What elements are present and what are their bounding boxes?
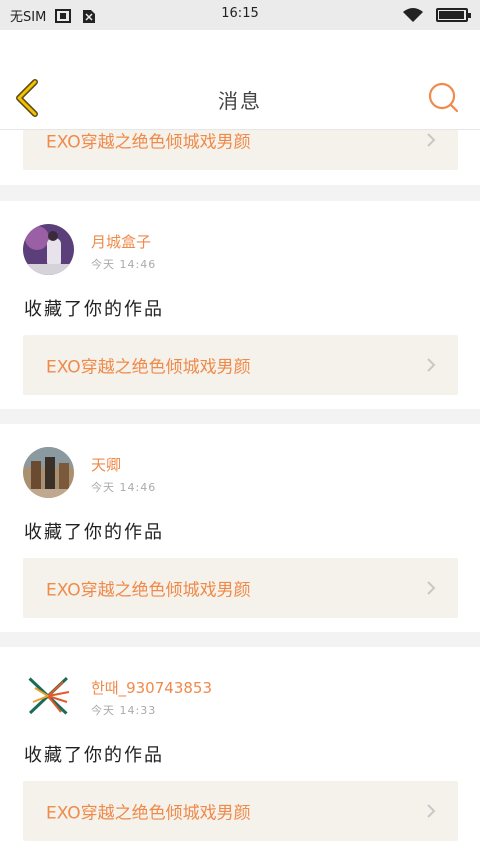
- message-time: 今天 14:33: [91, 704, 157, 717]
- chevron-right-icon: [427, 358, 436, 372]
- work-title: EXO穿越之绝色倾城戏男颜: [46, 803, 251, 824]
- battery-level: [439, 11, 465, 19]
- work-title: EXO穿越之绝色倾城戏男颜: [46, 357, 251, 378]
- avatar[interactable]: [23, 447, 74, 498]
- user-name[interactable]: 한때_930743853: [91, 677, 212, 698]
- message-text: 收藏了你的作品: [24, 745, 164, 766]
- user-name[interactable]: 天卿: [91, 454, 121, 475]
- message-text: 收藏了你的作品: [24, 299, 164, 320]
- avatar[interactable]: [23, 670, 74, 721]
- work-link[interactable]: EXO穿越之绝色倾城戏男颜: [23, 781, 458, 841]
- message-time: 今天 14:46: [91, 258, 157, 271]
- message-card: 月城盒子 今天 14:46 收藏了你的作品 EXO穿越之绝色倾城戏男颜: [0, 201, 480, 409]
- battery-icon: [436, 8, 471, 22]
- chevron-right-icon: [427, 804, 436, 818]
- work-link[interactable]: EXO穿越之绝色倾城戏男颜: [23, 335, 458, 395]
- header: 消息: [0, 30, 480, 130]
- message-card: 한때_930743853 今天 14:33 收藏了你的作品 EXO穿越之绝色倾城…: [0, 647, 480, 854]
- user-name[interactable]: 月城盒子: [91, 231, 151, 252]
- page-title: 消息: [218, 89, 262, 113]
- message-card: 天卿 今天 14:46 收藏了你的作品 EXO穿越之绝色倾城戏男颜: [0, 424, 480, 632]
- status-bar: 无SIM 16:15: [0, 0, 480, 30]
- wifi-icon: [403, 8, 423, 22]
- message-time: 今天 14:46: [91, 481, 157, 494]
- work-title: EXO穿越之绝色倾城戏男颜: [46, 580, 251, 601]
- work-title: EXO穿越之绝色倾城戏男颜: [46, 132, 251, 153]
- search-button[interactable]: [426, 80, 460, 114]
- status-right: [402, 7, 471, 23]
- avatar[interactable]: [23, 224, 74, 275]
- search-icon: [428, 82, 459, 113]
- chevron-right-icon: [427, 133, 436, 147]
- message-text: 收藏了你的作品: [24, 522, 164, 543]
- work-link[interactable]: EXO穿越之绝色倾城戏男颜: [23, 558, 458, 618]
- partial-message-card: EXO穿越之绝色倾城戏男颜: [0, 110, 480, 185]
- chevron-right-icon: [427, 581, 436, 595]
